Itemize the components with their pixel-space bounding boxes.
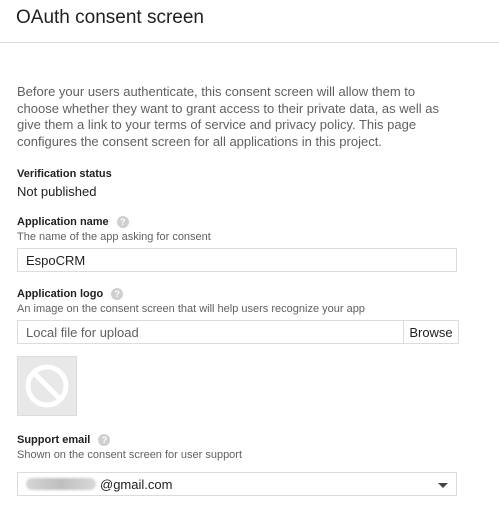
help-icon[interactable]: ? xyxy=(116,216,129,228)
no-image-symbol xyxy=(25,364,69,408)
browse-button[interactable]: Browse xyxy=(403,320,459,344)
application-logo-text: Application logo xyxy=(17,288,104,300)
application-name-text: Application name xyxy=(17,216,109,228)
support-email-label: Support email ? xyxy=(17,434,111,446)
support-email-hint: Shown on the consent screen for user sup… xyxy=(17,449,243,461)
logo-file-input[interactable]: Local file for upload xyxy=(17,320,404,344)
verification-status-label: Verification status xyxy=(17,168,112,180)
application-name-input[interactable]: EspoCRM xyxy=(17,248,457,272)
verification-status-value: Not published xyxy=(17,184,97,199)
verification-status-text: Verification status xyxy=(17,168,112,180)
help-icon[interactable]: ? xyxy=(111,288,124,300)
no-image-icon xyxy=(17,356,77,416)
application-name-label: Application name ? xyxy=(17,216,129,228)
support-email-select[interactable]: @gmail.com xyxy=(17,472,457,496)
application-logo-hint: An image on the consent screen that will… xyxy=(17,303,365,315)
help-icon[interactable]: ? xyxy=(98,434,111,446)
page-title: OAuth consent screen xyxy=(16,7,204,28)
support-email-text: Support email xyxy=(17,434,91,446)
application-name-hint: The name of the app asking for consent xyxy=(17,231,211,243)
support-email-value: @gmail.com xyxy=(100,476,173,492)
browse-button-label: Browse xyxy=(409,324,453,340)
logo-file-placeholder: Local file for upload xyxy=(26,324,139,340)
chevron-down-icon xyxy=(438,483,448,488)
consent-description: Before your users authenticate, this con… xyxy=(17,84,440,149)
page-header: OAuth consent screen xyxy=(0,0,499,43)
application-name-value: EspoCRM xyxy=(26,252,86,268)
redacted-email-user xyxy=(26,478,96,490)
application-logo-label: Application logo ? xyxy=(17,288,124,300)
